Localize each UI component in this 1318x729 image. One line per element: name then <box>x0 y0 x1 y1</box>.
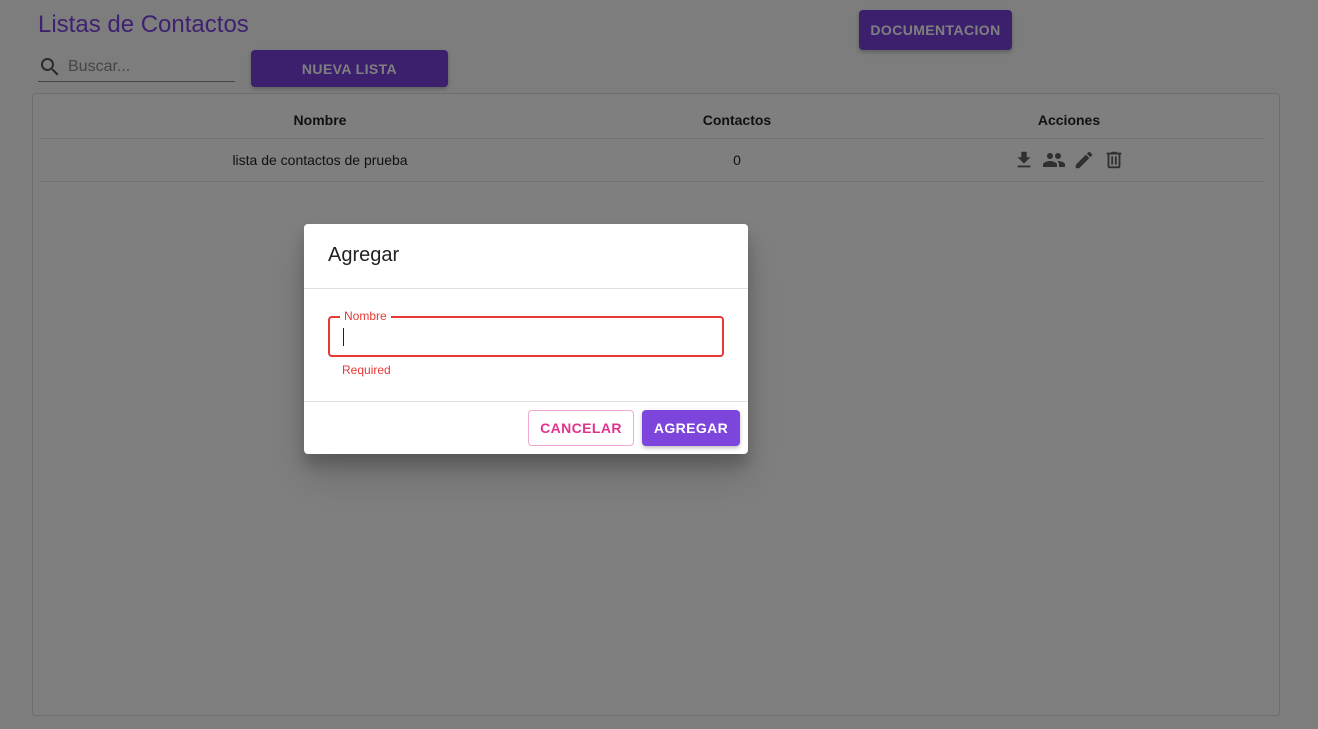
add-button[interactable]: AGREGAR <box>642 410 740 446</box>
dialog-divider-top <box>304 288 748 289</box>
cancel-button[interactable]: CANCELAR <box>528 410 634 446</box>
name-field-error: Required <box>342 363 391 377</box>
name-input[interactable] <box>342 326 712 348</box>
add-list-dialog: Agregar Nombre Required CANCELAR AGREGAR <box>304 224 748 454</box>
name-field: Nombre <box>328 309 724 357</box>
app-page: Listas de Contactos DOCUMENTACION NUEVA … <box>0 0 1318 729</box>
name-field-label: Nombre <box>340 309 391 323</box>
dialog-title: Agregar <box>328 244 400 266</box>
dialog-divider-bottom <box>304 401 748 402</box>
text-caret <box>343 328 344 346</box>
